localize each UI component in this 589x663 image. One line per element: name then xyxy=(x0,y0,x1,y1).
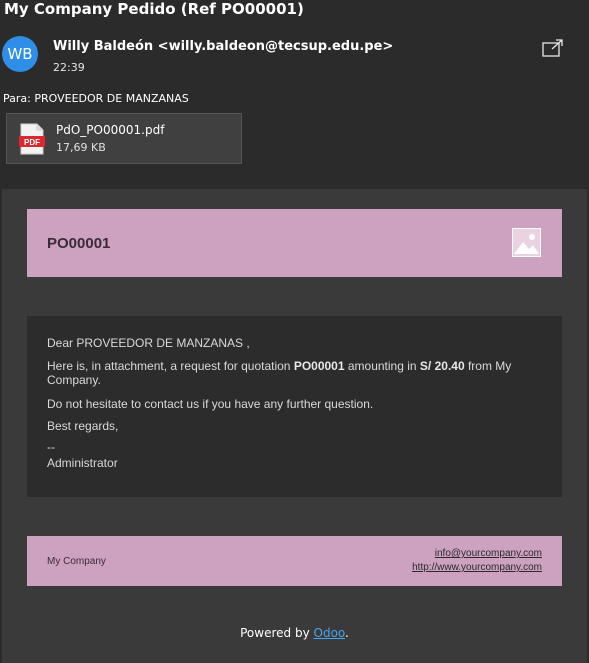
footer-band: My Company info@yourcompany.com http://w… xyxy=(27,536,562,586)
contact-line: Do not hesitate to contact us if you hav… xyxy=(47,397,374,411)
footer-website-link[interactable]: http://www.yourcompany.com xyxy=(412,562,542,573)
paragraph-prefix: Here is, in attachment, a request for qu… xyxy=(47,359,294,373)
message-box: Dear PROVEEDOR DE MANZANAS , Here is, in… xyxy=(27,316,562,497)
quotation-paragraph: Here is, in attachment, a request for qu… xyxy=(47,359,537,387)
image-placeholder-icon xyxy=(512,228,541,257)
odoo-link[interactable]: Odoo xyxy=(314,626,346,640)
email-subject: My Company Pedido (Ref PO00001) xyxy=(4,0,304,18)
pdf-icon-label: PDF xyxy=(24,138,40,147)
powered-prefix: Powered by xyxy=(240,626,314,640)
signature-separator: -- xyxy=(47,440,55,454)
signature-name: Administrator xyxy=(47,456,118,470)
po-header-band: PO00001 xyxy=(27,209,562,277)
recipient-name: PROVEEDOR DE MANZANAS xyxy=(34,92,189,105)
paragraph-ref: PO00001 xyxy=(293,359,345,373)
powered-suffix: . xyxy=(345,626,349,640)
footer-company: My Company xyxy=(47,556,106,567)
recipient-line: Para: PROVEEDOR DE MANZANAS xyxy=(3,92,189,105)
powered-by: Powered by Odoo. xyxy=(2,626,587,640)
popout-icon[interactable] xyxy=(542,39,564,57)
to-label: Para: xyxy=(3,92,31,105)
regards-line: Best regards, xyxy=(47,419,119,433)
paragraph-amount: S/ 20.40 xyxy=(419,359,465,373)
pdf-icon: PDF xyxy=(19,123,45,155)
paragraph-continuation: Company. xyxy=(47,373,101,387)
sender-name[interactable]: Willy Baldeón <willy.baldeon@tecsup.edu.… xyxy=(53,39,393,54)
paragraph-mid: amounting in xyxy=(344,359,420,373)
attachment-name: PdO_PO00001.pdf xyxy=(56,123,165,137)
sent-time: 22:39 xyxy=(53,61,85,74)
footer-email-link[interactable]: info@yourcompany.com xyxy=(435,548,542,559)
paragraph-suffix: from My xyxy=(464,359,512,373)
po-number: PO00001 xyxy=(47,235,111,252)
email-body: PO00001 Dear PROVEEDOR DE MANZANAS , Her… xyxy=(2,189,587,663)
attachment-card[interactable]: PDF PdO_PO00001.pdf 17,69 KB xyxy=(6,113,242,164)
greeting: Dear PROVEEDOR DE MANZANAS , xyxy=(47,336,250,350)
sender-avatar[interactable]: WB xyxy=(2,36,38,72)
attachment-size: 17,69 KB xyxy=(56,141,106,154)
